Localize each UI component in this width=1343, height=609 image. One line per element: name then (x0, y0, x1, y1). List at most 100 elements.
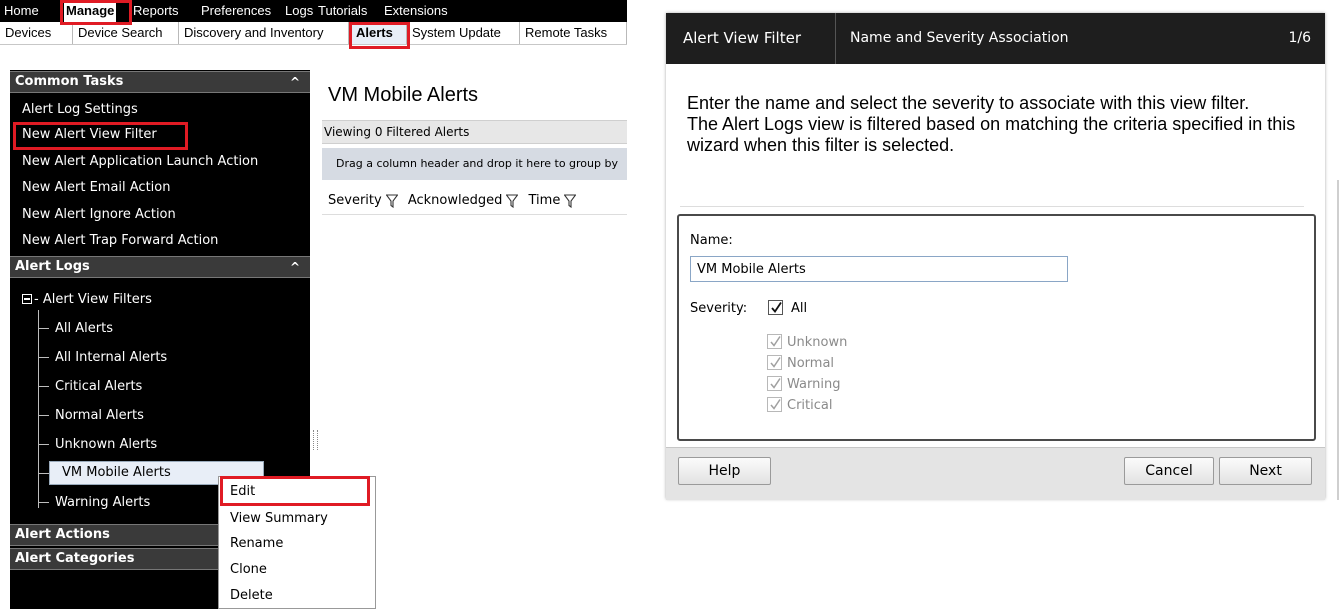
column-label: Severity (328, 193, 382, 208)
tab-remote-tasks[interactable]: Remote Tasks (520, 22, 627, 44)
checkmark-icon (770, 378, 781, 389)
menu-logs[interactable]: Logs (285, 0, 313, 22)
section-alert-logs[interactable]: Alert Logs ^ (10, 256, 310, 278)
menu-home[interactable]: Home (4, 0, 39, 22)
divider (680, 206, 1304, 207)
header-divider (835, 13, 836, 64)
wizard-instructions: Enter the name and select the severity t… (687, 93, 1307, 156)
section-common-tasks[interactable]: Common Tasks ^ (10, 71, 310, 93)
cancel-button[interactable]: Cancel (1124, 457, 1214, 485)
page-title: VM Mobile Alerts (328, 84, 479, 106)
section-title: Alert Actions (15, 527, 110, 542)
filtered-count-bar: Viewing 0 Filtered Alerts (322, 120, 627, 144)
wizard-step-title: Name and Severity Association (850, 30, 1069, 46)
menu-preferences[interactable]: Preferences (201, 0, 271, 22)
checkmark-icon (770, 399, 781, 410)
task-alert-log-settings[interactable]: Alert Log Settings (22, 98, 138, 122)
severity-label: Severity: (690, 301, 748, 316)
menu-item-rename[interactable]: Rename (230, 533, 283, 555)
tab-discovery-inventory[interactable]: Discovery and Inventory (179, 22, 349, 44)
section-alert-categories[interactable]: Alert Categories (10, 548, 220, 570)
menu-tutorials[interactable]: Tutorials (318, 0, 367, 22)
menu-item-edit[interactable]: Edit (230, 481, 255, 503)
tree-item-warning-alerts[interactable]: Warning Alerts (55, 494, 150, 512)
tree-connector (38, 310, 39, 508)
all-checkbox-label: All (791, 301, 808, 316)
collapse-icon[interactable]: ^ (290, 257, 300, 277)
warning-label: Warning (787, 377, 841, 392)
task-new-alert-view-filter[interactable]: New Alert View Filter (22, 123, 157, 147)
tree-branch (39, 502, 49, 503)
menu-item-clone[interactable]: Clone (230, 559, 267, 581)
filter-icon[interactable] (385, 193, 398, 208)
column-time[interactable]: Time (523, 188, 577, 214)
tree-item-normal-alerts[interactable]: Normal Alerts (55, 407, 144, 425)
column-severity[interactable]: Severity (322, 188, 398, 214)
all-checkbox[interactable] (768, 300, 783, 315)
task-new-app-launch-action[interactable]: New Alert Application Launch Action (22, 150, 258, 174)
grid-column-headers: Severity Acknowledged Time (322, 188, 627, 215)
column-acknowledged[interactable]: Acknowledged (402, 188, 519, 214)
dialog-header: Alert View Filter Name and Severity Asso… (666, 13, 1325, 64)
critical-checkbox[interactable] (767, 397, 782, 412)
wizard-page-indicator: 1/6 (1288, 30, 1311, 46)
tree-item-critical-alerts[interactable]: Critical Alerts (55, 378, 142, 396)
menu-item-delete[interactable]: Delete (230, 585, 273, 607)
menu-manage[interactable]: Manage (64, 0, 117, 22)
splitter-handle[interactable] (313, 430, 318, 450)
task-new-ignore-action[interactable]: New Alert Ignore Action (22, 203, 176, 227)
tab-devices[interactable]: Devices (0, 22, 73, 44)
tab-device-search[interactable]: Device Search (73, 22, 179, 44)
checkmark-icon (771, 302, 782, 313)
section-title: Alert Logs (15, 259, 90, 274)
context-menu: Edit View Summary Rename Clone Delete (218, 476, 376, 609)
unknown-label: Unknown (787, 335, 848, 350)
instructions-line-2: The Alert Logs view is filtered based on… (687, 114, 1296, 155)
name-input[interactable] (690, 256, 1068, 282)
normal-checkbox[interactable] (767, 355, 782, 370)
group-by-area[interactable]: Drag a column header and drop it here to… (322, 148, 627, 180)
task-new-trap-forward-action[interactable]: New Alert Trap Forward Action (22, 229, 218, 253)
checkmark-icon (770, 357, 781, 368)
section-title: Alert Categories (15, 551, 135, 566)
warning-checkbox[interactable] (767, 376, 782, 391)
tree-alert-view-filters[interactable]: - Alert View Filters (22, 291, 152, 309)
name-label: Name: (690, 233, 733, 248)
tab-system-update[interactable]: System Update (407, 22, 520, 44)
section-alert-actions[interactable]: Alert Actions (10, 524, 220, 546)
tree-item-all-alerts[interactable]: All Alerts (55, 320, 113, 338)
critical-label: Critical (787, 398, 833, 413)
column-label: Time (528, 193, 561, 208)
tree-branch (39, 328, 49, 329)
dialog-title: Alert View Filter (683, 29, 801, 47)
tree-root-label: Alert View Filters (42, 292, 152, 307)
column-label: Acknowledged (407, 193, 503, 208)
tree-branch (39, 386, 49, 387)
menu-extensions[interactable]: Extensions (384, 0, 448, 22)
filter-icon[interactable] (506, 193, 519, 208)
tab-alerts[interactable]: Alerts (351, 22, 407, 44)
menu-reports[interactable]: Reports (133, 0, 179, 22)
task-new-email-action[interactable]: New Alert Email Action (22, 176, 170, 200)
main-menu-bar: Home Manage Reports Preferences Logs Tut… (0, 0, 627, 22)
next-button[interactable]: Next (1219, 457, 1312, 485)
alert-view-filter-dialog: Alert View Filter Name and Severity Asso… (666, 13, 1325, 500)
window-border (1337, 180, 1339, 500)
normal-label: Normal (787, 356, 835, 371)
unknown-checkbox[interactable] (767, 334, 782, 349)
filter-icon[interactable] (564, 193, 577, 208)
console-panel: Home Manage Reports Preferences Logs Tut… (0, 0, 627, 609)
help-button[interactable]: Help (678, 457, 771, 485)
collapse-icon[interactable]: ^ (290, 72, 300, 92)
instructions-line-1: Enter the name and select the severity t… (687, 93, 1250, 113)
tree-branch (39, 444, 49, 445)
tree-branch (39, 415, 49, 416)
menu-item-view-summary[interactable]: View Summary (230, 508, 328, 530)
manage-tab-bar: Devices Device Search Discovery and Inve… (0, 22, 627, 45)
tree-branch (39, 357, 49, 358)
tree-item-unknown-alerts[interactable]: Unknown Alerts (55, 436, 157, 454)
collapse-tree-icon[interactable] (22, 294, 32, 304)
section-title: Common Tasks (15, 74, 124, 89)
tree-item-all-internal-alerts[interactable]: All Internal Alerts (55, 349, 167, 367)
tree-branch (39, 473, 49, 474)
